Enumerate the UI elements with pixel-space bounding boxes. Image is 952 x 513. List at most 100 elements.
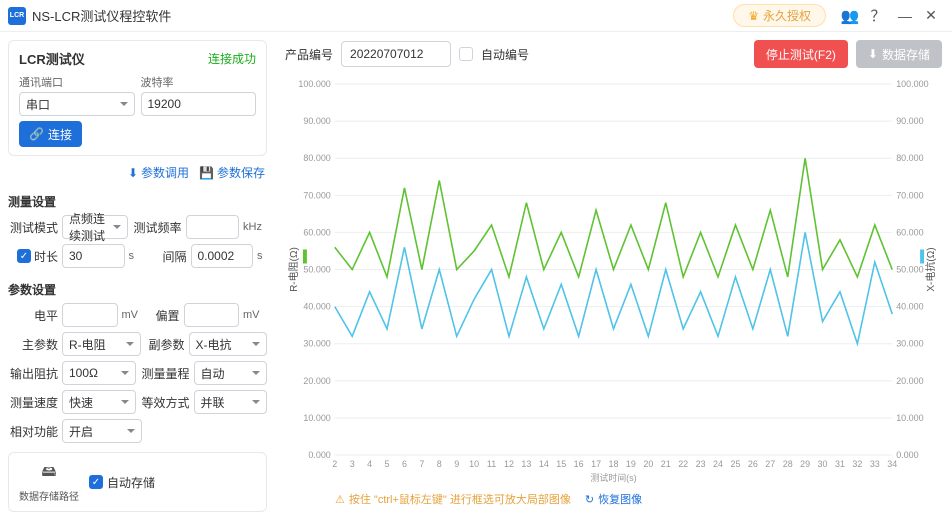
svg-text:3: 3 <box>350 459 355 469</box>
freq-label: 测试频率 <box>132 219 182 236</box>
help-icon[interactable]: ？ <box>866 5 890 26</box>
svg-text:60.000: 60.000 <box>303 227 330 237</box>
prodid-input[interactable]: 20220707012 <box>341 41 451 67</box>
svg-text:60.000: 60.000 <box>896 227 923 237</box>
svg-text:12: 12 <box>504 459 514 469</box>
svg-text:13: 13 <box>521 459 531 469</box>
svg-text:5: 5 <box>385 459 390 469</box>
storage-path-button[interactable]: 🖴 数据存储路径 <box>19 461 79 503</box>
svg-text:0.000: 0.000 <box>896 450 918 460</box>
interval-unit: s <box>257 250 267 262</box>
interval-input[interactable]: 0.0002 <box>191 244 254 268</box>
titlebar: LCR NS-LCR测试仪程控软件 ♛ 永久授权 👥 ？ — ✕ <box>0 0 952 32</box>
svg-text:34: 34 <box>887 459 897 469</box>
svg-text:测试时间(s): 测试时间(s) <box>590 472 636 483</box>
svg-text:6: 6 <box>402 459 407 469</box>
bias-input[interactable] <box>184 303 240 327</box>
bias-label: 偏置 <box>150 307 180 324</box>
svg-text:30.000: 30.000 <box>896 339 923 349</box>
main-param-select[interactable]: R-电阻 <box>62 332 141 356</box>
sub-param-label: 副参数 <box>145 336 185 353</box>
param-apply-button[interactable]: ⬇参数调用 <box>128 164 189 181</box>
duration-label: 时长 <box>34 248 58 265</box>
svg-text:15: 15 <box>556 459 566 469</box>
rel-label: 相对功能 <box>8 423 58 440</box>
svg-text:20.000: 20.000 <box>303 376 330 386</box>
minimize-button[interactable]: — <box>892 8 918 24</box>
svg-text:33: 33 <box>870 459 880 469</box>
device-card: LCR测试仪 连接成功 通讯端口 串口 波特率 19200 🔗 连接 <box>8 40 267 156</box>
range-select[interactable]: 自动 <box>194 361 268 385</box>
svg-text:16: 16 <box>574 459 584 469</box>
svg-text:70.000: 70.000 <box>303 190 330 200</box>
svg-text:R-电阻(Ω): R-电阻(Ω) <box>287 247 300 292</box>
param-save-button[interactable]: 💾参数保存 <box>199 164 265 181</box>
duration-input[interactable]: 30 <box>62 244 125 268</box>
port-select[interactable]: 串口 <box>19 92 135 116</box>
measure-section: 测量设置 测试模式 点频连续测试 测试频率 kHz ✓ 时长 30 s 间隔 0… <box>8 189 267 273</box>
zoom-hint: ⚠ 按住 "ctrl+鼠标左键" 进行框选可放大局部图像 <box>335 491 571 507</box>
rel-select[interactable]: 开启 <box>62 419 142 443</box>
freq-input[interactable] <box>186 215 240 239</box>
svg-text:50.000: 50.000 <box>896 265 923 275</box>
mode-label: 测试模式 <box>8 219 58 236</box>
app-icon: LCR <box>8 7 26 25</box>
outimp-select[interactable]: 100Ω <box>62 361 136 385</box>
license-text: 永久授权 <box>763 7 811 24</box>
autoid-label: 自动编号 <box>481 46 529 63</box>
autosave-label: 自动存储 <box>107 474 155 491</box>
level-input[interactable] <box>62 303 118 327</box>
svg-text:22: 22 <box>678 459 688 469</box>
mode-select[interactable]: 点频连续测试 <box>62 215 128 239</box>
svg-text:20.000: 20.000 <box>896 376 923 386</box>
autoid-checkbox[interactable] <box>459 47 473 61</box>
svg-text:40.000: 40.000 <box>303 302 330 312</box>
svg-text:7: 7 <box>419 459 424 469</box>
measure-title: 测量设置 <box>8 193 267 210</box>
stop-test-button[interactable]: 停止测试(F2) <box>754 40 848 68</box>
save-data-button[interactable]: ⬇ 数据存储 <box>856 40 942 68</box>
svg-text:4: 4 <box>367 459 372 469</box>
svg-text:30.000: 30.000 <box>303 339 330 349</box>
connection-status: 连接成功 <box>208 50 256 67</box>
svg-text:0.000: 0.000 <box>308 450 330 460</box>
equiv-select[interactable]: 并联 <box>194 390 268 414</box>
users-icon[interactable]: 👥 <box>838 7 862 25</box>
main-param-label: 主参数 <box>8 336 58 353</box>
disk-icon: 🖴 <box>41 461 56 486</box>
svg-text:29: 29 <box>800 459 810 469</box>
speed-select[interactable]: 快速 <box>62 390 136 414</box>
duration-checkbox[interactable]: ✓ <box>17 249 31 263</box>
connect-button[interactable]: 🔗 连接 <box>19 121 82 147</box>
svg-text:40.000: 40.000 <box>896 302 923 312</box>
svg-text:11: 11 <box>487 459 496 469</box>
baud-input[interactable]: 19200 <box>141 92 257 116</box>
svg-text:28: 28 <box>783 459 793 469</box>
svg-text:14: 14 <box>539 459 549 469</box>
storage-card: 🖴 数据存储路径 ✓ 自动存储 <box>8 452 267 512</box>
range-label: 测量量程 <box>140 365 190 382</box>
interval-label: 间隔 <box>157 248 187 265</box>
download-icon: ⬇ <box>128 166 138 180</box>
restore-chart-button[interactable]: ↻ 恢复图像 <box>585 491 642 507</box>
svg-text:25: 25 <box>730 459 740 469</box>
level-label: 电平 <box>8 307 58 324</box>
svg-text:31: 31 <box>835 459 845 469</box>
param-actions: ⬇参数调用 💾参数保存 <box>8 160 267 185</box>
chart[interactable]: 0.0000.00010.00010.00020.00020.00030.000… <box>285 74 942 485</box>
svg-text:2: 2 <box>332 459 337 469</box>
duration-unit: s <box>129 250 153 262</box>
main-panel: 产品编号 20220707012 自动编号 停止测试(F2) ⬇ 数据存储 0.… <box>275 32 952 513</box>
sub-param-select[interactable]: X-电抗 <box>189 332 268 356</box>
svg-text:80.000: 80.000 <box>896 153 923 163</box>
device-card-title: LCR测试仪 <box>19 49 85 68</box>
outimp-label: 输出阻抗 <box>8 365 58 382</box>
svg-text:9: 9 <box>454 459 459 469</box>
svg-text:10: 10 <box>469 459 479 469</box>
warn-icon: ⚠ <box>335 493 345 506</box>
close-button[interactable]: ✕ <box>918 7 944 24</box>
app-title: NS-LCR测试仪程控软件 <box>32 6 171 25</box>
param-title: 参数设置 <box>8 281 267 298</box>
autosave-checkbox[interactable]: ✓ <box>89 475 103 489</box>
svg-text:23: 23 <box>696 459 706 469</box>
